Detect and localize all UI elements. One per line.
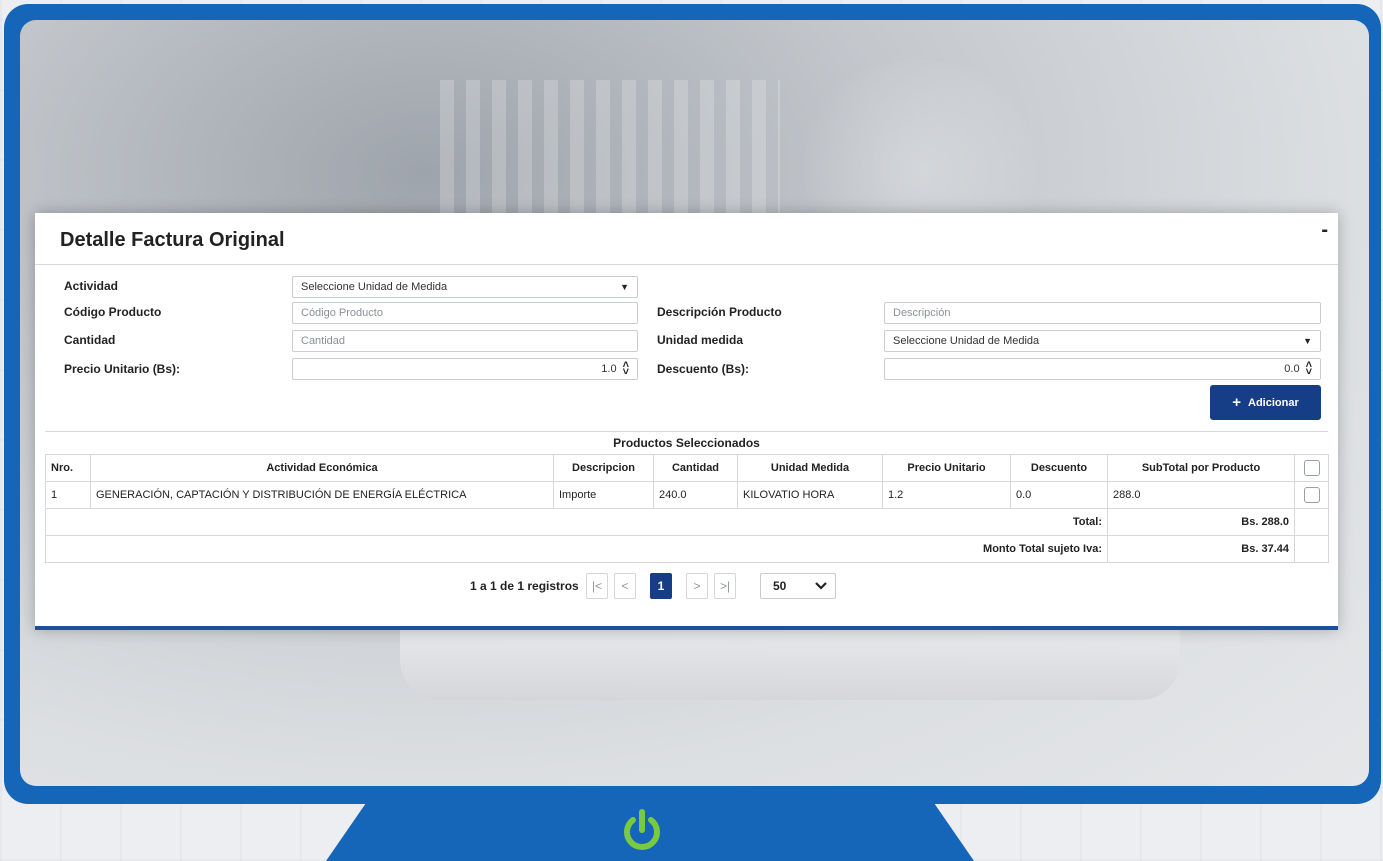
last-page-button[interactable]: >|	[714, 573, 736, 599]
descuento-value: 0.0	[1284, 363, 1300, 375]
table-header-row: Nro. Actividad Económica Descripcion Can…	[45, 454, 1329, 482]
unidad-medida-label: Unidad medida	[657, 333, 744, 347]
descripcion-producto-input[interactable]	[884, 302, 1321, 324]
column-header-nro: Nro.	[45, 454, 91, 482]
page-size-value: 50	[773, 579, 787, 593]
cantidad-label: Cantidad	[64, 333, 116, 347]
select-all-checkbox[interactable]	[1303, 460, 1320, 476]
descuento-label: Descuento (Bs):	[657, 362, 750, 376]
cell-subtotal: 288.0	[1107, 481, 1295, 509]
collapse-button[interactable]: -	[1321, 219, 1328, 242]
actividad-label: Actividad	[64, 279, 119, 293]
column-header-cantidad: Cantidad	[653, 454, 738, 482]
prev-page-button[interactable]: <	[614, 573, 636, 599]
iva-label: Monto Total sujeto Iva:	[45, 535, 1108, 563]
precio-unitario-value: 1.0	[601, 363, 617, 375]
column-header-unidad-medida: Unidad Medida	[737, 454, 883, 482]
chevron-down-icon	[815, 582, 827, 590]
products-table: Nro. Actividad Económica Descripcion Can…	[45, 454, 1329, 563]
adicionar-button[interactable]: + Adicionar	[1210, 385, 1321, 420]
total-row: Total: Bs. 288.0	[45, 508, 1329, 536]
row-checkbox[interactable]	[1303, 487, 1320, 503]
panel-header: Detalle Factura Original -	[35, 213, 1338, 265]
select-all-cell	[1294, 454, 1329, 482]
spinner-icon[interactable]: ˄ ˅	[623, 360, 629, 378]
cell-nro: 1	[45, 481, 91, 509]
precio-unitario-input[interactable]: 1.0 ˄ ˅	[292, 358, 638, 380]
cell-actividad: GENERACIÓN, CAPTACIÓN Y DISTRIBUCIÓN DE …	[90, 481, 554, 509]
products-table-section: Productos Seleccionados Nro. Actividad E…	[45, 431, 1329, 563]
iva-row: Monto Total sujeto Iva: Bs. 37.44	[45, 535, 1329, 563]
table-row: 1 GENERACIÓN, CAPTACIÓN Y DISTRIBUCIÓN D…	[45, 481, 1329, 509]
total-value: Bs. 288.0	[1107, 508, 1295, 536]
actividad-select[interactable]: Seleccione Unidad de Medida ▼	[292, 276, 638, 298]
descuento-input[interactable]: 0.0 ˄ ˅	[884, 358, 1321, 380]
unidad-medida-select-value: Seleccione Unidad de Medida	[893, 335, 1040, 347]
pagination-summary: 1 a 1 de 1 registros	[470, 579, 579, 593]
background-bar-graphic	[440, 80, 780, 220]
cell-descuento: 0.0	[1010, 481, 1108, 509]
total-label: Total:	[45, 508, 1108, 536]
column-header-precio-unitario: Precio Unitario	[882, 454, 1011, 482]
pagination: 1 a 1 de 1 registros |< < 1 > >| 50	[35, 571, 1338, 601]
page-size-select[interactable]: 50	[760, 573, 836, 599]
first-page-button[interactable]: |<	[586, 573, 608, 599]
products-table-title: Productos Seleccionados	[45, 431, 1328, 454]
cell-precio-unitario: 1.2	[882, 481, 1011, 509]
codigo-producto-input[interactable]	[292, 302, 638, 324]
descripcion-producto-label: Descripción Producto	[657, 305, 782, 319]
plus-icon: +	[1232, 394, 1242, 411]
panel-title: Detalle Factura Original	[60, 229, 285, 251]
background-laptop-graphic	[400, 630, 1180, 700]
cantidad-input[interactable]	[292, 330, 638, 352]
invoice-detail-panel: Detalle Factura Original - Actividad Sel…	[35, 213, 1338, 630]
column-header-actividad: Actividad Económica	[90, 454, 554, 482]
caret-down-icon: ▼	[620, 282, 629, 292]
cell-cantidad: 240.0	[653, 481, 738, 509]
unidad-medida-select[interactable]: Seleccione Unidad de Medida ▼	[884, 330, 1321, 352]
adicionar-button-label: Adicionar	[1248, 396, 1299, 409]
precio-unitario-label: Precio Unitario (Bs):	[64, 362, 181, 376]
iva-value: Bs. 37.44	[1107, 535, 1295, 563]
page-1-button[interactable]: 1	[650, 573, 672, 599]
caret-down-icon: ▼	[1303, 336, 1312, 346]
power-icon	[624, 809, 660, 850]
cell-unidad-medida: KILOVATIO HORA	[737, 481, 883, 509]
total-empty-cell	[1294, 508, 1329, 536]
row-select-cell	[1294, 481, 1329, 509]
codigo-producto-label: Código Producto	[64, 305, 162, 319]
cell-descripcion: Importe	[553, 481, 654, 509]
iva-empty-cell	[1294, 535, 1329, 563]
actividad-select-value: Seleccione Unidad de Medida	[301, 281, 448, 293]
spinner-icon[interactable]: ˄ ˅	[1306, 360, 1312, 378]
column-header-descuento: Descuento	[1010, 454, 1108, 482]
next-page-button[interactable]: >	[686, 573, 708, 599]
column-header-descripcion: Descripcion	[553, 454, 654, 482]
column-header-subtotal: SubTotal por Producto	[1107, 454, 1295, 482]
